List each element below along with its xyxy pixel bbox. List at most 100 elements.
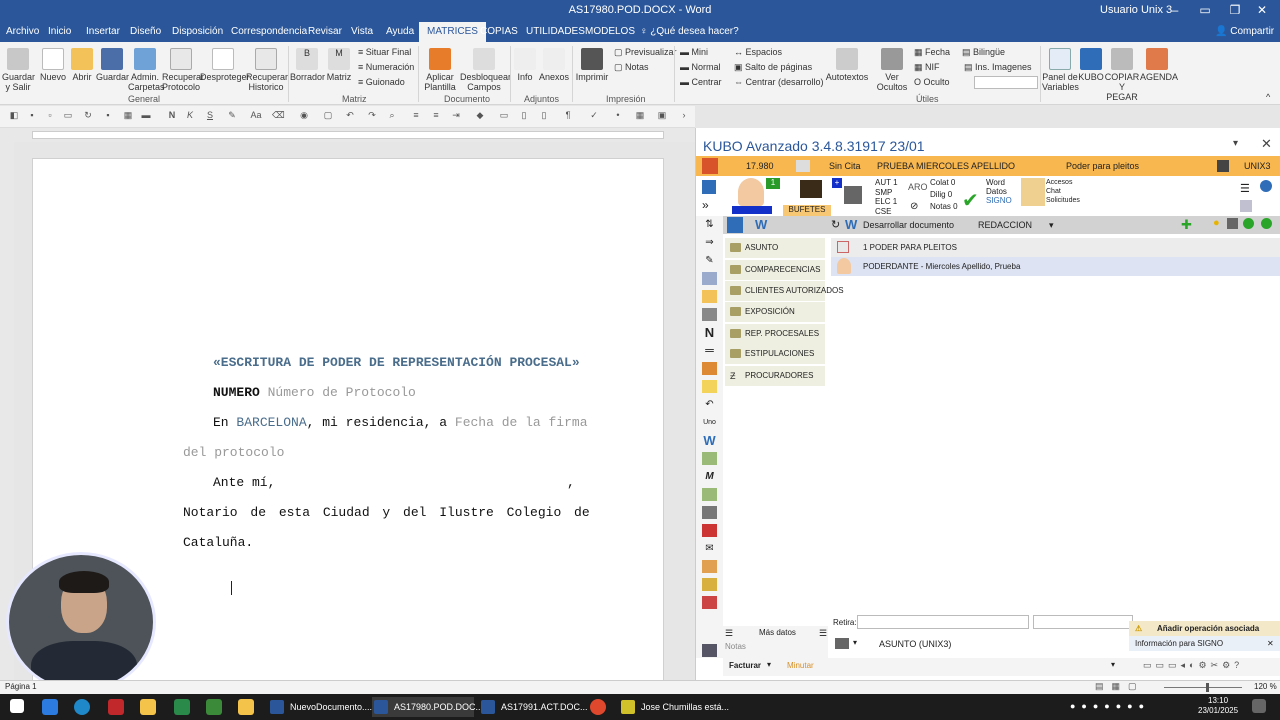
tree-row-poderdante[interactable]: PODERDANTE - Miercoles Apellido, Prueba	[831, 257, 1280, 276]
tab-ayuda[interactable]: Ayuda	[386, 26, 414, 37]
broom-icon[interactable]	[702, 578, 717, 591]
page-icon[interactable]: ▫	[44, 110, 56, 122]
tab-diseno[interactable]: Diseño	[130, 26, 161, 37]
nuevo-button[interactable]: Nuevo	[38, 48, 68, 82]
document-type[interactable]: Poder para pleitos	[1066, 161, 1139, 171]
tab-revisar[interactable]: Revisar	[308, 26, 342, 37]
imprimir-button[interactable]: Imprimir	[574, 48, 610, 82]
section-asunto[interactable]: ASUNTO	[725, 238, 825, 258]
section-exposicion[interactable]: EXPOSICIÓN	[725, 302, 825, 322]
espacios-button[interactable]: ↔ Espacios	[734, 47, 782, 57]
cliente-name[interactable]: PRUEBA MIERCOLES APELLIDO	[877, 161, 1015, 171]
view-icon[interactable]	[1243, 218, 1254, 229]
mini-button[interactable]: ▬ Mini	[680, 47, 708, 57]
two-page-icon[interactable]: ▯	[538, 110, 550, 122]
folder-icon[interactable]: ▭	[62, 110, 74, 122]
tab-matrices[interactable]: MATRICES	[419, 22, 486, 42]
section-rep-procesales[interactable]: REP. PROCESALES	[725, 324, 825, 344]
tab-correspondencia[interactable]: Correspondencia	[231, 26, 307, 37]
tab-modelos[interactable]: MODELOS	[585, 26, 635, 37]
edge-icon[interactable]	[74, 699, 90, 715]
redo-icon[interactable]: ↷	[366, 110, 378, 122]
desbloquear-campos-button[interactable]: Desbloquear Campos	[460, 48, 511, 92]
system-tray-icons[interactable]: ●●●●●●●	[1070, 701, 1150, 711]
grid-icon[interactable]	[702, 180, 716, 194]
notif-info[interactable]: Información para SIGNO ✕	[1129, 636, 1280, 651]
word-side-icon[interactable]: W	[702, 434, 717, 447]
zoom-slider[interactable]	[1164, 687, 1242, 688]
list-icon[interactable]: ☰	[1240, 182, 1250, 195]
explorer-icon[interactable]	[140, 699, 156, 715]
fecha-button[interactable]: ▦ Fecha	[914, 47, 950, 58]
protocol-number[interactable]: 17.980	[746, 161, 774, 171]
asunto-label[interactable]: ASUNTO (UNIX3)	[879, 639, 951, 649]
retira-input[interactable]	[1033, 615, 1133, 629]
word-datos-signo[interactable]: Word Datos SIGNO	[986, 178, 1012, 205]
section-comparecencias[interactable]: COMPARECENCIAS	[725, 260, 825, 280]
print-icon[interactable]: ▦	[122, 110, 134, 122]
undo-icon[interactable]: ↶	[344, 110, 356, 122]
share-button[interactable]: 👤 Compartir	[1215, 26, 1274, 37]
taskbar-item-nuevodocumento[interactable]: NuevoDocumento....	[268, 697, 372, 717]
situar-final-button[interactable]: ≡ Situar Final	[358, 47, 411, 57]
minutar-button[interactable]: Minutar	[787, 661, 814, 670]
taskbar-item-as17991[interactable]: AS17991.ACT.DOC...	[479, 697, 588, 717]
word-icon[interactable]: W	[755, 217, 767, 232]
disk-icon[interactable]	[702, 308, 717, 321]
tab-copias[interactable]: COPIAS	[480, 26, 518, 37]
centrar-button[interactable]: ▬ Centrar	[680, 77, 722, 87]
folder-dark-icon[interactable]	[835, 638, 849, 649]
more-icon[interactable]: ›	[678, 110, 690, 122]
colat-count[interactable]: Colat 0	[930, 178, 955, 187]
facturar-dropdown-icon[interactable]: ▾	[767, 660, 771, 669]
format-icon[interactable]: ◧	[8, 110, 20, 122]
copiar-pegar-button[interactable]: COPIAR Y PEGAR	[1104, 48, 1140, 102]
dropdown-icon[interactable]: ▾	[853, 638, 857, 647]
undo-icon[interactable]: ↶	[702, 398, 717, 411]
accesos-chat-solicitudes[interactable]: Accesos Chat Solicitudes	[1046, 178, 1080, 205]
tell-me-search[interactable]: ♀ ¿Qué desea hacer?	[640, 26, 739, 37]
restore-icon[interactable]: ❐	[1225, 3, 1245, 17]
zoom-level[interactable]: 120 %	[1254, 682, 1277, 691]
document-settings-icon[interactable]	[1240, 200, 1252, 212]
centrar-desarrollo-button[interactable]: ⇔ Centrar (desarrollo)	[734, 77, 824, 87]
pen-icon[interactable]: ✎	[702, 254, 717, 267]
webcam-overlay[interactable]	[6, 552, 156, 692]
agenda-button[interactable]: AGENDA	[1140, 48, 1178, 82]
recuperar-historico-button[interactable]: Recuperar Historico	[246, 48, 288, 92]
guardar-button[interactable]: Guardar	[96, 48, 129, 82]
table-icon[interactable]: ▦	[634, 110, 646, 122]
facturar-button[interactable]: Facturar	[729, 661, 761, 670]
spell-icon[interactable]: ✓	[588, 110, 600, 122]
pin-icon[interactable]: •	[612, 110, 624, 122]
highlight-icon[interactable]: ✎	[226, 110, 238, 122]
tab-disposicion[interactable]: Disposición	[172, 26, 223, 37]
scanner-icon[interactable]	[702, 506, 717, 519]
printer-side-icon[interactable]	[702, 488, 717, 501]
abrir-button[interactable]: Abrir	[68, 48, 96, 82]
redaccion-dropdown-icon[interactable]: ▾	[1049, 220, 1054, 231]
bufetes-label[interactable]: BUFETES	[783, 205, 831, 216]
aro-icon[interactable]: ARO	[908, 182, 928, 192]
page-indicator[interactable]: Página 1	[5, 682, 37, 691]
graduation-cap-icon[interactable]	[800, 180, 822, 198]
anexos-button[interactable]: Anexos	[538, 48, 570, 82]
user-avatar-icon[interactable]	[738, 178, 764, 206]
pdf-icon[interactable]	[702, 524, 717, 537]
recuperar-protocolo-button[interactable]: Recuperar Protocolo	[162, 48, 204, 92]
list-icon[interactable]: ☰	[819, 628, 827, 639]
bulb-icon[interactable]: ●	[1213, 217, 1220, 229]
eraser-icon[interactable]: ◆	[474, 110, 486, 122]
open-folder-icon[interactable]: ▬	[140, 110, 152, 122]
notas-count[interactable]: Notas 0	[930, 202, 958, 211]
panel-variables-button[interactable]: Panel de Variables	[1042, 48, 1079, 92]
wand-icon[interactable]	[702, 452, 717, 465]
aplicar-plantilla-button[interactable]: Aplicar Plantilla	[420, 48, 460, 92]
app-s-icon[interactable]	[42, 699, 58, 715]
align-icon[interactable]: ≡	[430, 110, 442, 122]
arrows-icon[interactable]: ⇒	[702, 236, 717, 249]
paste-icon[interactable]: ▢	[322, 110, 334, 122]
normal-button[interactable]: ▬ Normal	[680, 62, 721, 72]
bilingue-button[interactable]: ▤ Bilingüe	[962, 47, 1005, 58]
image-combo[interactable]	[974, 76, 1038, 89]
